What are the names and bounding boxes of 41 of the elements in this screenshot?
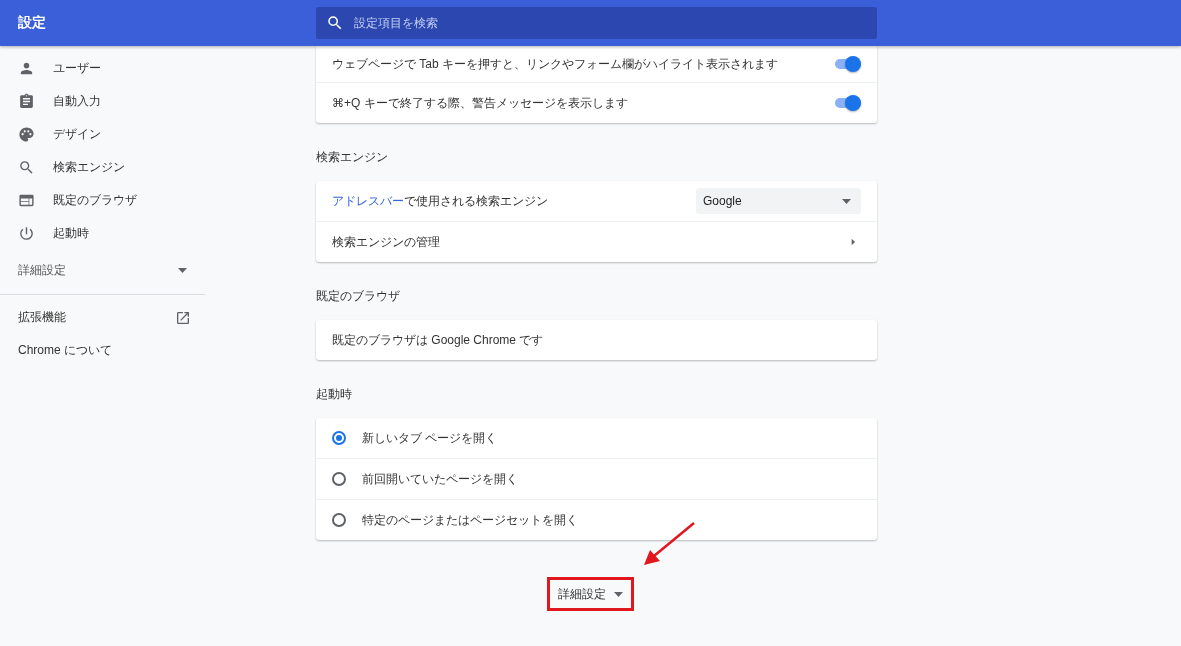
section-heading: 既定のブラウザ (316, 288, 401, 305)
section-heading: 起動時 (316, 386, 353, 403)
radio-button[interactable] (332, 472, 346, 486)
clipboard-icon (18, 93, 35, 110)
setting-label: ウェブページで Tab キーを押すと、リンクやフォーム欄がハイライト表示されます (332, 55, 779, 73)
caret-icon (842, 198, 851, 204)
search-field[interactable]: 設定項目を検索 (316, 7, 877, 39)
sidebar-item[interactable]: デザイン (0, 118, 205, 151)
toggle-switch[interactable] (835, 59, 861, 69)
search-icon (18, 159, 35, 176)
radio-button[interactable] (332, 431, 346, 445)
advanced-menu-toggle[interactable]: 詳細設定 (0, 250, 205, 290)
search-engine-dropdown[interactable]: Google (696, 188, 861, 214)
sidebar-link[interactable]: Chrome について (0, 334, 205, 367)
caret-icon (614, 591, 623, 597)
palette-icon (18, 126, 35, 143)
setting-label: アドレスバーで使用される検索エンジン (332, 192, 549, 210)
sidebar-item[interactable]: 起動時 (0, 217, 205, 250)
person-icon (18, 60, 35, 77)
radio-label: 新しいタブ ページを開く (362, 429, 499, 447)
search-icon (326, 14, 344, 32)
sidebar-item[interactable]: ユーザー (0, 52, 205, 85)
radio-label: 前回開いていたページを開く (362, 470, 519, 488)
toggle-switch[interactable] (835, 98, 861, 108)
external-link-icon (175, 309, 191, 326)
setting-label: ⌘+Q キーで終了する際、警告メッセージを表示します (332, 94, 629, 112)
setting-label: 既定のブラウザは Google Chrome です (332, 331, 545, 349)
address-bar-link[interactable]: アドレスバー (332, 193, 404, 208)
section-heading: 検索エンジン (316, 149, 389, 166)
settings-link-row[interactable]: 検索エンジンの管理 (316, 221, 877, 262)
sidebar-item[interactable]: 既定のブラウザ (0, 184, 205, 217)
radio-button[interactable] (332, 513, 346, 527)
sidebar-link[interactable]: 拡張機能 (0, 301, 205, 334)
sidebar-item[interactable]: 検索エンジン (0, 151, 205, 184)
caret-icon (178, 267, 187, 273)
radio-label: 特定のページまたはページセットを開く (362, 511, 579, 529)
advanced-settings-button[interactable]: 詳細設定 (550, 580, 631, 608)
page-title: 設定 (17, 14, 47, 32)
power-icon (18, 225, 35, 242)
browser-window-icon (18, 192, 35, 209)
sidebar-item[interactable]: 自動入力 (0, 85, 205, 118)
